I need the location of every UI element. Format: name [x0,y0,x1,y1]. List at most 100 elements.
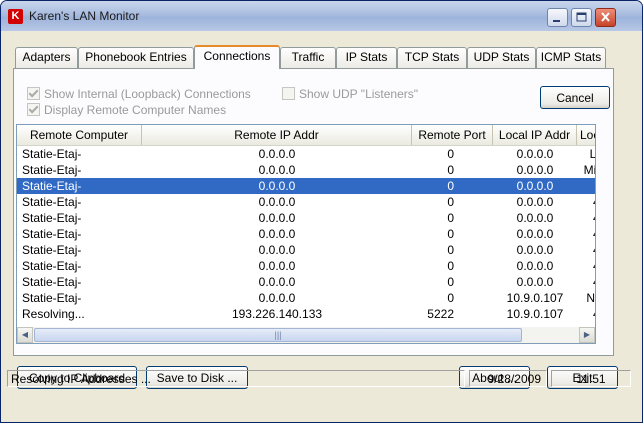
checkbox-label: Show Internal (Loopback) Connections [44,87,251,101]
show-internal-checkbox[interactable]: Show Internal (Loopback) Connections [27,87,251,101]
minimize-icon [553,20,560,22]
column-header-remote-ip[interactable]: Remote IP Addr [142,125,412,145]
tab-udp-stats[interactable]: UDP Stats [467,47,536,68]
cell-remote-computer: Statie-Etaj- [22,163,82,177]
cell-local-port: 491 [577,242,595,258]
cell-local-ip: 0.0.0.0 [516,147,554,161]
cell-remote-port: 0 [447,243,454,257]
cell-local-ip: 0.0.0.0 [516,259,554,273]
cell-remote-ip: 0.0.0.0 [258,259,296,273]
cell-local-port: 491 [577,306,595,322]
tab-label: UDP Stats [473,50,530,64]
tab-label: Connections [203,49,271,63]
column-header-local-port[interactable]: Loca [577,125,595,145]
cell-local-ip: 10.9.0.107 [506,291,564,305]
maximize-button[interactable] [571,8,592,27]
cell-local-port: 491 [577,258,595,274]
table-row[interactable]: Statie-Etaj- 0.0.0.0 0 0.0.0.0 491 [17,242,595,258]
column-header-remote-port[interactable]: Remote Port [412,125,493,145]
table-header: Remote Computer Remote IP Addr Remote Po… [17,125,595,146]
tab-icmp-stats[interactable]: ICMP Stats [536,47,606,68]
tab-label: Traffic [291,50,325,64]
tab-tcp-stats[interactable]: TCP Stats [397,47,467,68]
cell-local-port: 491 [577,226,595,242]
minimize-button[interactable] [547,8,568,27]
cell-remote-computer: Statie-Etaj- [22,227,82,241]
cell-remote-port: 0 [447,259,454,273]
status-time: 11:51 [551,370,631,387]
cell-local-ip: 0.0.0.0 [516,179,554,193]
tab-connections[interactable]: Connections [194,45,280,69]
cell-remote-ip: 0.0.0.0 [258,291,296,305]
checkbox-box [27,103,40,116]
cell-local-port: Micro [583,163,596,177]
checkbox-box [27,87,40,100]
cell-local-port: 491 [577,210,595,226]
cell-remote-ip: 0.0.0.0 [258,243,296,257]
cell-local-ip: 0.0.0.0 [516,211,554,225]
cell-remote-computer: Resolving... [22,307,85,321]
maximize-icon [576,12,587,22]
column-header-remote-computer[interactable]: Remote Computer [17,125,142,145]
cell-remote-computer: Statie-Etaj- [22,195,82,209]
title-bar[interactable]: K Karen's LAN Monitor [1,1,642,31]
cell-remote-computer: Statie-Etaj- [22,147,82,161]
cell-local-port: Loc- [589,147,596,161]
cell-remote-port: 0 [447,179,454,193]
scroll-right-icon[interactable]: ▶ [579,327,595,343]
cell-remote-ip: 0.0.0.0 [258,179,296,193]
cell-remote-port: 0 [447,275,454,289]
table-row[interactable]: Statie-Etaj- 0.0.0.0 0 0.0.0.0 491 [17,274,595,290]
status-message: Resolving IP Addresses ... [7,370,465,387]
table-row[interactable]: Statie-Etaj- 0.0.0.0 0 10.9.0.107 NetB [17,290,595,306]
cell-remote-port: 0 [447,211,454,225]
tab-label: Phonebook Entries [85,50,187,64]
table-row[interactable]: Statie-Etaj- 0.0.0.0 0 0.0.0.0 491 [17,194,595,210]
cell-remote-ip: 0.0.0.0 [258,163,296,177]
table-row[interactable]: Statie-Etaj- 0.0.0.0 0 0.0.0.0 491 [17,210,595,226]
table-row[interactable]: Statie-Etaj- 0.0.0.0 0 0.0.0.0 Loc- [17,146,596,162]
column-header-local-ip[interactable]: Local IP Addr [493,125,577,145]
close-button[interactable] [595,8,616,27]
scroll-left-icon[interactable]: ◀ [17,327,33,343]
cell-local-ip: 0.0.0.0 [516,275,554,289]
close-icon [601,12,610,22]
cell-remote-port: 0 [447,163,454,177]
cell-local-port: 491 [577,194,595,210]
cell-remote-computer: Statie-Etaj- [22,275,82,289]
status-date: 9/28/2009 [469,370,547,387]
table-row[interactable]: Statie-Etaj- 0.0.0.0 0 0.0.0.0 491 [17,258,595,274]
table-row[interactable]: Resolving... 193.226.140.133 5222 10.9.0.10… [17,306,595,322]
status-bar: Resolving IP Addresses ... 9/28/2009 11:… [7,370,635,387]
show-udp-checkbox[interactable]: Show UDP "Listeners" [282,87,418,101]
cell-local-ip: 0.0.0.0 [516,243,554,257]
cell-local-ip: 10.9.0.107 [506,307,564,321]
cell-remote-computer: Statie-Etaj- [22,291,82,305]
horizontal-scrollbar[interactable]: ◀ ||| ▶ [17,327,595,343]
cancel-button[interactable]: Cancel [540,86,610,109]
connections-table[interactable]: Remote Computer Remote IP Addr Remote Po… [16,124,596,344]
cell-remote-ip: 0.0.0.0 [258,227,296,241]
cell-remote-computer: Statie-Etaj- [22,259,82,273]
tab-label: Adapters [22,50,71,64]
cell-remote-port: 0 [447,291,454,305]
tab-traffic[interactable]: Traffic [280,47,336,68]
scroll-thumb[interactable]: ||| [34,328,522,342]
window-title: Karen's LAN Monitor [29,9,140,23]
table-row[interactable]: Statie-Etaj- 0.0.0.0 0 0.0.0.0 491 [17,226,595,242]
cell-remote-ip: 0.0.0.0 [258,211,296,225]
cell-remote-port: 0 [447,227,454,241]
tab-phonebook-entries[interactable]: Phonebook Entries [78,47,194,68]
tab-label: IP Stats [345,50,388,64]
cell-remote-port: 5222 [427,307,454,321]
table-row[interactable]: Statie-Etaj- 0.0.0.0 0 0.0.0.0 53 [17,178,595,194]
app-window: K Karen's LAN Monitor Adapters Phonebook… [0,0,643,423]
table-row[interactable]: Statie-Etaj- 0.0.0.0 0 0.0.0.0 Micro [17,162,596,178]
cell-remote-ip: 0.0.0.0 [258,275,296,289]
tab-adapters[interactable]: Adapters [15,47,78,68]
cell-remote-port: 0 [447,195,454,209]
cell-local-port: NetB [586,291,595,305]
tab-ip-stats[interactable]: IP Stats [336,47,397,68]
display-names-checkbox[interactable]: Display Remote Computer Names [27,103,226,117]
app-icon[interactable]: K [8,9,23,24]
